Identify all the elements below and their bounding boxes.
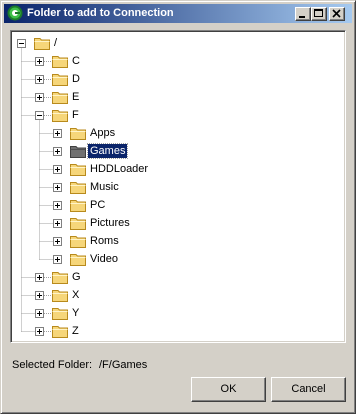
tree-node-e[interactable]: E [11, 89, 341, 106]
window-title: Folder to add to Connection [27, 7, 174, 19]
tree-node-apps[interactable]: Apps [11, 125, 341, 142]
folder-icon [52, 324, 68, 338]
folder-icon [70, 126, 86, 140]
expand-icon[interactable] [35, 309, 44, 318]
collapse-icon[interactable] [17, 39, 26, 48]
minimize-icon [299, 16, 305, 18]
tree-node-d[interactable]: D [11, 71, 341, 88]
expand-icon[interactable] [53, 129, 62, 138]
folder-icon [52, 288, 68, 302]
maximize-button[interactable] [311, 7, 327, 21]
tree-node-z[interactable]: Z [11, 323, 341, 340]
tree-node-label: PC [90, 199, 106, 211]
app-icon [7, 5, 23, 21]
folder-icon [52, 108, 68, 122]
expand-icon[interactable] [35, 327, 44, 336]
dialog-window: Folder to add to Connection / C D E F Apps Gam… [0, 0, 356, 414]
folder-tree[interactable]: / C D E F Apps Games HDDLoader Music PC Pictures Ro… [10, 30, 346, 343]
folder-icon [70, 180, 86, 194]
folder-icon [70, 234, 86, 248]
close-button[interactable] [329, 7, 345, 21]
expand-icon[interactable] [53, 255, 62, 264]
tree-node-label: D [72, 73, 80, 85]
tree-node-root[interactable]: / [11, 35, 341, 52]
tree-node-label: Games [86, 143, 129, 159]
tree-node-roms[interactable]: Roms [11, 233, 341, 250]
folder-icon [70, 198, 86, 212]
folder-icon [34, 36, 50, 50]
expand-icon[interactable] [35, 291, 44, 300]
collapse-icon[interactable] [35, 111, 44, 120]
minimize-button[interactable] [295, 7, 311, 21]
expand-icon[interactable] [35, 273, 44, 282]
expand-icon[interactable] [35, 75, 44, 84]
expand-icon[interactable] [53, 201, 62, 210]
folder-icon [70, 216, 86, 230]
close-icon [332, 9, 341, 18]
title-bar[interactable]: Folder to add to Connection [4, 4, 352, 23]
tree-node-games[interactable]: Games [11, 143, 341, 160]
expand-icon[interactable] [53, 219, 62, 228]
tree-node-pc[interactable]: PC [11, 197, 341, 214]
tree-node-label: C [72, 55, 80, 67]
ok-button[interactable]: OK [191, 377, 266, 402]
tree-node-video[interactable]: Video [11, 251, 341, 268]
folder-icon [52, 90, 68, 104]
tree-node-label: Roms [90, 235, 119, 247]
selected-folder-path: /F/Games [99, 359, 148, 371]
tree-node-label: Video [90, 253, 118, 265]
tree-node-g[interactable]: G [11, 269, 341, 286]
tree-node-label: Z [72, 325, 79, 337]
expand-icon[interactable] [53, 147, 62, 156]
folder-icon [70, 162, 86, 176]
expand-icon[interactable] [53, 183, 62, 192]
folder-icon [52, 54, 68, 68]
expand-icon[interactable] [35, 57, 44, 66]
folder-icon [52, 72, 68, 86]
tree-node-label: E [72, 91, 80, 103]
tree-node-pictures[interactable]: Pictures [11, 215, 341, 232]
tree-node-label: / [54, 37, 58, 49]
folder-icon [52, 270, 68, 284]
tree-node-label: Pictures [90, 217, 130, 229]
tree-node-label: Music [90, 181, 119, 193]
tree-node-label: HDDLoader [90, 163, 149, 175]
tree-node-hddloader[interactable]: HDDLoader [11, 161, 341, 178]
tree-node-label: F [72, 109, 79, 121]
tree-node-x[interactable]: X [11, 287, 341, 304]
expand-icon[interactable] [53, 165, 62, 174]
tree-node-label: X [72, 289, 80, 301]
expand-icon[interactable] [53, 237, 62, 246]
selected-folder-label: Selected Folder: [12, 359, 93, 371]
tree-node-y[interactable]: Y [11, 305, 341, 322]
tree-node-label: Y [72, 307, 80, 319]
folder-icon [70, 252, 86, 266]
tree-node-f[interactable]: F [11, 107, 341, 124]
tree-node-label: G [72, 271, 81, 283]
cancel-button[interactable]: Cancel [271, 377, 346, 402]
folder-icon [52, 306, 68, 320]
tree-node-music[interactable]: Music [11, 179, 341, 196]
folder-icon [70, 144, 86, 158]
maximize-icon [314, 9, 323, 17]
tree-node-label: Apps [90, 127, 116, 139]
expand-icon[interactable] [35, 93, 44, 102]
tree-node-c[interactable]: C [11, 53, 341, 70]
